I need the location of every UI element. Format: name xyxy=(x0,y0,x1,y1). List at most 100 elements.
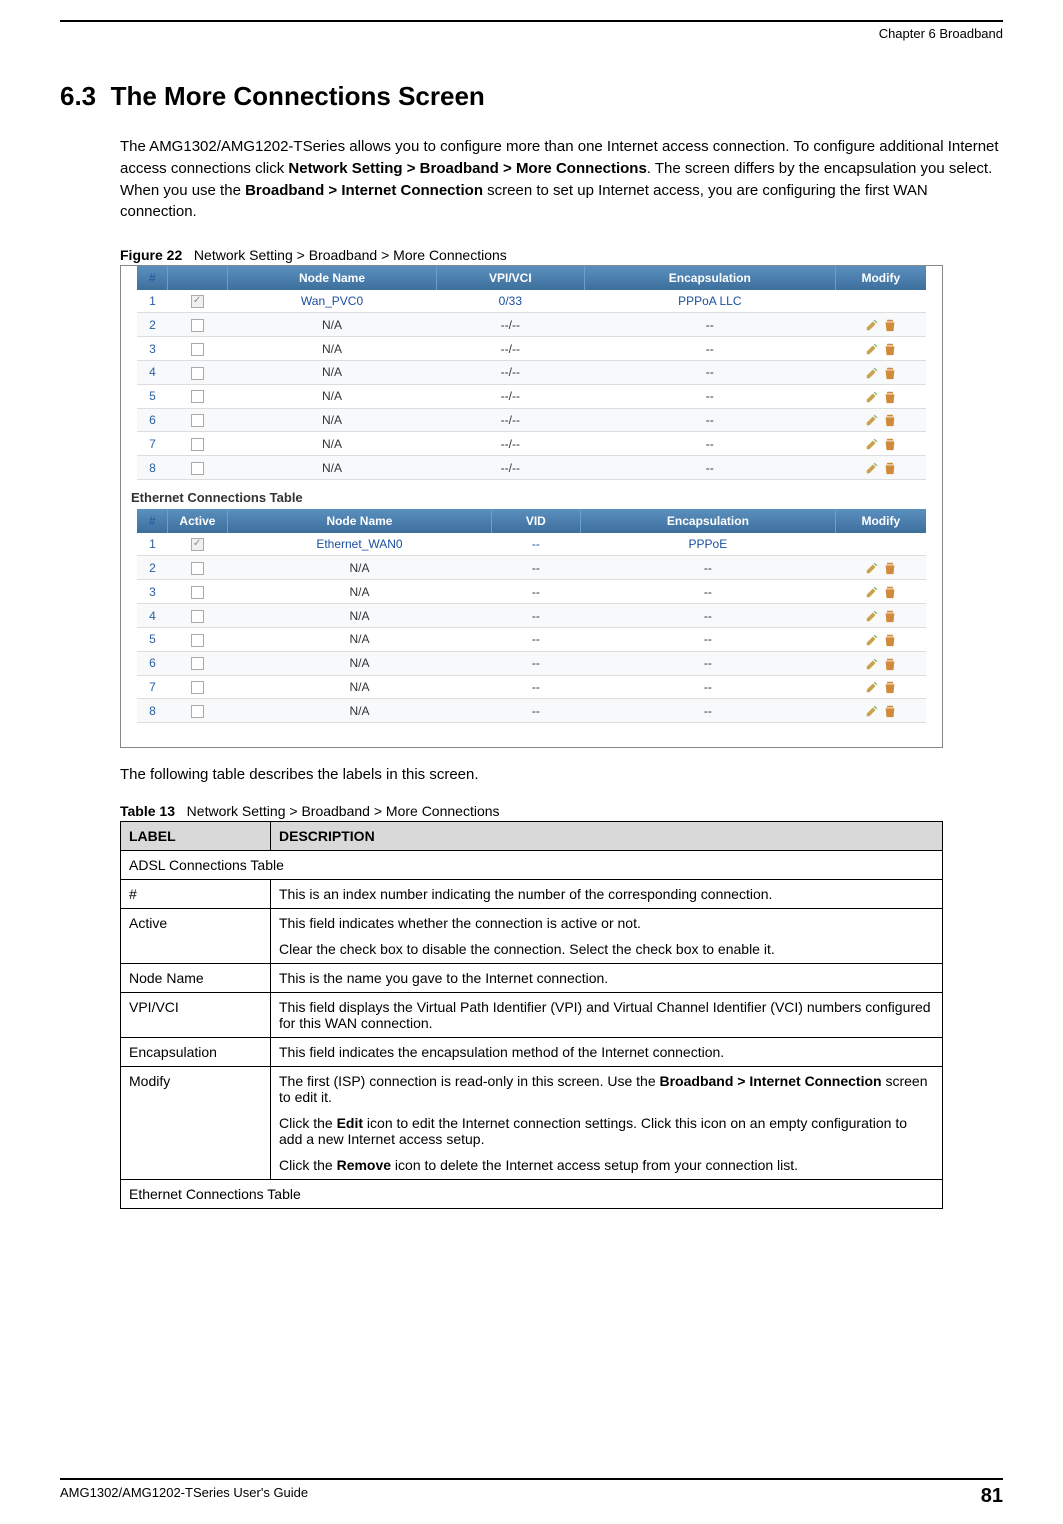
trash-icon[interactable] xyxy=(883,680,897,694)
node-name-cell: N/A xyxy=(227,337,436,361)
table13-head-desc: DESCRIPTION xyxy=(271,822,943,851)
active-checkbox[interactable] xyxy=(191,586,204,599)
trash-icon[interactable] xyxy=(883,585,897,599)
active-checkbox xyxy=(191,295,204,308)
row-index: 2 xyxy=(137,556,167,580)
active-checkbox[interactable] xyxy=(191,462,204,475)
edit-icon[interactable] xyxy=(865,318,879,332)
edit-icon[interactable] xyxy=(865,561,879,575)
trash-icon[interactable] xyxy=(883,461,897,475)
table-row: EncapsulationThis field indicates the en… xyxy=(121,1038,943,1067)
label-cell: Modify xyxy=(121,1067,271,1180)
node-name-cell: N/A xyxy=(227,604,491,628)
col-header xyxy=(167,266,227,290)
node-name-cell: N/A xyxy=(227,432,436,456)
desc-paragraph: Clear the check box to disable the conne… xyxy=(279,941,934,957)
label-cell: Node Name xyxy=(121,964,271,993)
active-checkbox[interactable] xyxy=(191,681,204,694)
active-checkbox[interactable] xyxy=(191,343,204,356)
active-checkbox[interactable] xyxy=(191,610,204,623)
active-cell xyxy=(167,408,227,432)
trash-icon[interactable] xyxy=(883,366,897,380)
trash-icon[interactable] xyxy=(883,704,897,718)
col-header: Modify xyxy=(836,266,926,290)
active-checkbox[interactable] xyxy=(191,634,204,647)
section-number: 6.3 xyxy=(60,81,96,111)
trash-icon[interactable] xyxy=(883,318,897,332)
label-cell: Encapsulation xyxy=(121,1038,271,1067)
table-row: 1Wan_PVC00/33PPPoA LLC xyxy=(137,290,925,313)
desc-cell: The first (ISP) connection is read-only … xyxy=(271,1067,943,1180)
row-index: 1 xyxy=(137,533,167,556)
node-name-cell: Ethernet_WAN0 xyxy=(227,533,491,556)
trash-icon[interactable] xyxy=(883,561,897,575)
trash-icon[interactable] xyxy=(883,633,897,647)
edit-icon[interactable] xyxy=(865,680,879,694)
footer-rule xyxy=(60,1478,1003,1480)
label-cell: # xyxy=(121,880,271,909)
row-index: 5 xyxy=(137,627,167,651)
encapsulation-cell: -- xyxy=(584,360,836,384)
top-rule xyxy=(60,20,1003,22)
desc-cell: This is an index number indicating the n… xyxy=(271,880,943,909)
page-footer: AMG1302/AMG1202-TSeries User's Guide 81 xyxy=(60,1485,1003,1508)
edit-icon[interactable] xyxy=(865,704,879,718)
active-checkbox[interactable] xyxy=(191,438,204,451)
col-header: Encapsulation xyxy=(584,266,836,290)
active-checkbox[interactable] xyxy=(191,414,204,427)
encapsulation-cell: -- xyxy=(580,651,835,675)
vpi-cell: --/-- xyxy=(437,432,584,456)
node-name-cell: N/A xyxy=(227,384,436,408)
active-checkbox[interactable] xyxy=(191,319,204,332)
trash-icon[interactable] xyxy=(883,390,897,404)
active-checkbox[interactable] xyxy=(191,390,204,403)
edit-icon[interactable] xyxy=(865,437,879,451)
modify-cell xyxy=(836,408,926,432)
encapsulation-cell: -- xyxy=(584,384,836,408)
trash-icon[interactable] xyxy=(883,413,897,427)
row-index: 4 xyxy=(137,604,167,628)
encapsulation-cell: -- xyxy=(580,699,835,723)
table-row: 4N/A---- xyxy=(137,604,925,628)
vpi-cell: --/-- xyxy=(437,313,584,337)
vpi-cell: --/-- xyxy=(437,384,584,408)
trash-icon[interactable] xyxy=(883,437,897,451)
trash-icon[interactable] xyxy=(883,657,897,671)
section-heading: 6.3 The More Connections Screen xyxy=(60,81,1003,112)
table-row: 7N/A--/---- xyxy=(137,432,925,456)
desc-paragraph: Click the Remove icon to delete the Inte… xyxy=(279,1157,934,1173)
table-row: Ethernet Connections Table xyxy=(121,1180,943,1209)
node-name-cell: N/A xyxy=(227,408,436,432)
modify-cell xyxy=(836,627,926,651)
encapsulation-cell: -- xyxy=(584,313,836,337)
modify-cell xyxy=(836,604,926,628)
vid-cell: -- xyxy=(492,699,581,723)
active-cell xyxy=(167,432,227,456)
active-checkbox[interactable] xyxy=(191,705,204,718)
edit-icon[interactable] xyxy=(865,366,879,380)
encapsulation-cell: -- xyxy=(584,337,836,361)
node-name-cell: N/A xyxy=(227,675,491,699)
edit-icon[interactable] xyxy=(865,413,879,427)
edit-icon[interactable] xyxy=(865,585,879,599)
edit-icon[interactable] xyxy=(865,461,879,475)
modify-cell xyxy=(836,651,926,675)
table-row: ModifyThe first (ISP) connection is read… xyxy=(121,1067,943,1180)
active-checkbox[interactable] xyxy=(191,657,204,670)
active-checkbox[interactable] xyxy=(191,562,204,575)
desc-paragraph: This field displays the Virtual Path Ide… xyxy=(279,999,934,1031)
trash-icon[interactable] xyxy=(883,609,897,623)
edit-icon[interactable] xyxy=(865,657,879,671)
table-row: 1Ethernet_WAN0--PPPoE xyxy=(137,533,925,556)
edit-icon[interactable] xyxy=(865,609,879,623)
vpi-cell: --/-- xyxy=(437,337,584,361)
row-index: 3 xyxy=(137,337,167,361)
modify-cell xyxy=(836,456,926,480)
edit-icon[interactable] xyxy=(865,633,879,647)
trash-icon[interactable] xyxy=(883,342,897,356)
active-checkbox[interactable] xyxy=(191,367,204,380)
footer-guide: AMG1302/AMG1202-TSeries User's Guide xyxy=(60,1485,308,1508)
edit-icon[interactable] xyxy=(865,390,879,404)
desc-paragraph: This field indicates whether the connect… xyxy=(279,915,934,931)
edit-icon[interactable] xyxy=(865,342,879,356)
